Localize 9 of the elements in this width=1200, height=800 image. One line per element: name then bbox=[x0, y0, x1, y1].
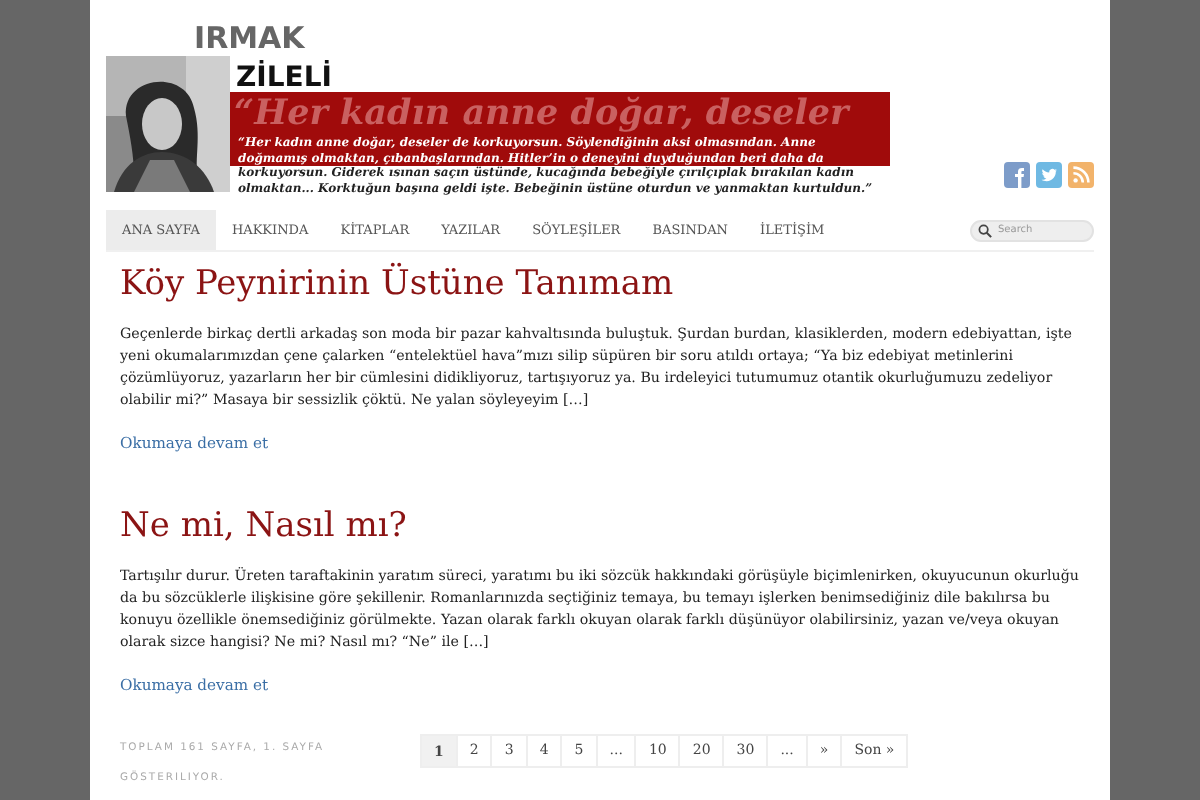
banner-heading: “Her kadın anne doğar, deseler bbox=[232, 92, 853, 136]
site-title: ZİLELİ bbox=[236, 64, 334, 92]
post-title[interactable]: Köy Peynirinin Üstüne Tanımam bbox=[120, 258, 1080, 310]
bird-icon[interactable] bbox=[1036, 162, 1062, 188]
facebook-icon[interactable] bbox=[1004, 162, 1030, 188]
site-title: IRMAK bbox=[194, 20, 307, 56]
rss-icon[interactable] bbox=[1068, 162, 1094, 188]
post-title[interactable]: Ne mi, Nasıl mı? bbox=[120, 500, 1080, 552]
search-icon bbox=[978, 223, 992, 237]
